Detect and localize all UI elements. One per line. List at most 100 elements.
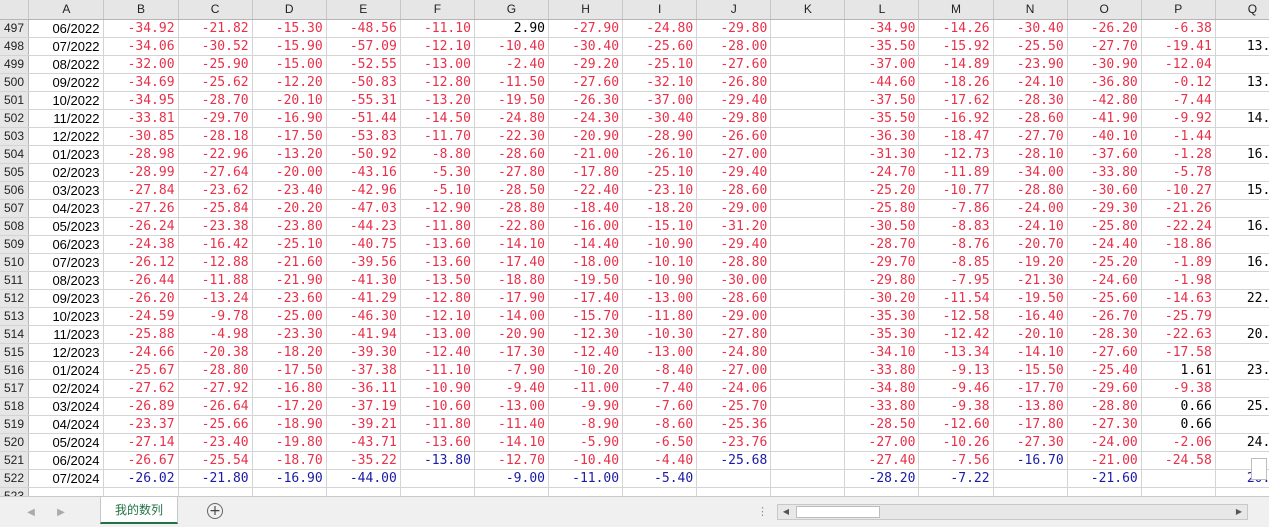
- cell-j[interactable]: -26.80: [696, 73, 772, 92]
- cell-b[interactable]: -34.92: [103, 19, 179, 38]
- cell-j[interactable]: -29.80: [696, 109, 772, 128]
- cell-q[interactable]: [1215, 163, 1269, 182]
- cell-n[interactable]: -27.70: [993, 127, 1068, 146]
- cell-i[interactable]: -13.00: [622, 343, 698, 362]
- cell-q[interactable]: [1215, 91, 1269, 110]
- cell-e[interactable]: -44.23: [326, 217, 401, 236]
- column-header-i[interactable]: I: [622, 0, 698, 20]
- cell-p[interactable]: -7.44: [1141, 91, 1216, 110]
- column-header-e[interactable]: E: [326, 0, 401, 20]
- cell-b[interactable]: -25.67: [103, 361, 179, 380]
- cell-d[interactable]: -21.90: [252, 271, 327, 290]
- cell-p[interactable]: -25.79: [1141, 307, 1216, 326]
- cell-p[interactable]: [1141, 469, 1216, 488]
- cell-g[interactable]: -17.40: [474, 253, 550, 272]
- cell-h[interactable]: -30.40: [548, 37, 624, 56]
- cell-date[interactable]: 11/2023: [28, 325, 105, 344]
- cell-g[interactable]: -28.50: [474, 181, 550, 200]
- cell-c[interactable]: -29.70: [178, 109, 253, 128]
- cell-l[interactable]: -25.80: [844, 199, 920, 218]
- cell-k[interactable]: [770, 145, 846, 164]
- cell-q[interactable]: 20.61: [1215, 325, 1269, 344]
- cell-i[interactable]: -24.80: [622, 19, 698, 38]
- cell-l[interactable]: -35.50: [844, 37, 920, 56]
- cell-e[interactable]: -50.92: [326, 145, 401, 164]
- cell-k[interactable]: [770, 451, 846, 470]
- cell-o[interactable]: -28.80: [1067, 397, 1142, 416]
- cell-l[interactable]: -37.00: [844, 55, 920, 74]
- cell-g[interactable]: -2.40: [474, 55, 550, 74]
- cell-j[interactable]: -28.60: [696, 289, 772, 308]
- row-header[interactable]: 511: [0, 271, 30, 290]
- cell-l[interactable]: -34.10: [844, 343, 920, 362]
- cell-j[interactable]: -24.80: [696, 343, 772, 362]
- cell-e[interactable]: -40.75: [326, 235, 401, 254]
- cell-h[interactable]: -24.30: [548, 109, 624, 128]
- cell-m[interactable]: -18.47: [918, 127, 994, 146]
- cell-g[interactable]: -28.60: [474, 145, 550, 164]
- cell-p[interactable]: 0.66: [1141, 397, 1216, 416]
- horizontal-scrollbar[interactable]: ◀ ▶: [777, 504, 1248, 520]
- cell-q[interactable]: 22.30: [1215, 289, 1269, 308]
- cell-i[interactable]: -10.90: [622, 235, 698, 254]
- cell-i[interactable]: -18.20: [622, 199, 698, 218]
- column-header-m[interactable]: M: [918, 0, 994, 20]
- cell-j[interactable]: -27.60: [696, 55, 772, 74]
- cell-h[interactable]: -12.30: [548, 325, 624, 344]
- cell-d[interactable]: -20.20: [252, 199, 327, 218]
- cell-g[interactable]: -9.40: [474, 379, 550, 398]
- cell-date[interactable]: 06/2023: [28, 235, 105, 254]
- cell-j[interactable]: -31.20: [696, 217, 772, 236]
- column-header-a[interactable]: A: [28, 0, 105, 20]
- cell-m[interactable]: -7.22: [918, 469, 994, 488]
- cell-date[interactable]: 10/2022: [28, 91, 105, 110]
- cell-d[interactable]: -12.20: [252, 73, 327, 92]
- cell-p[interactable]: -5.78: [1141, 163, 1216, 182]
- cell-f[interactable]: -12.10: [400, 37, 475, 56]
- cell-n[interactable]: -24.10: [993, 73, 1068, 92]
- cell-h[interactable]: -12.40: [548, 343, 624, 362]
- cell-c[interactable]: -26.64: [178, 397, 253, 416]
- row-header[interactable]: 522: [0, 469, 30, 488]
- cell-g[interactable]: -17.90: [474, 289, 550, 308]
- cell-k[interactable]: [770, 37, 846, 56]
- cell-f[interactable]: -5.10: [400, 181, 475, 200]
- cell-n[interactable]: -24.00: [993, 199, 1068, 218]
- cell-g[interactable]: -7.90: [474, 361, 550, 380]
- cell-f[interactable]: -13.60: [400, 235, 475, 254]
- row-header[interactable]: 518: [0, 397, 30, 416]
- cell-o[interactable]: -21.60: [1067, 469, 1142, 488]
- cell-p[interactable]: -9.38: [1141, 379, 1216, 398]
- cell-c[interactable]: -25.62: [178, 73, 253, 92]
- cell-e[interactable]: -52.55: [326, 55, 401, 74]
- cell-c[interactable]: -9.78: [178, 307, 253, 326]
- cell-c[interactable]: -23.40: [178, 433, 253, 452]
- cell-c[interactable]: -28.18: [178, 127, 253, 146]
- cell-m[interactable]: -13.34: [918, 343, 994, 362]
- cell-f[interactable]: -13.60: [400, 433, 475, 452]
- cell-e[interactable]: -41.30: [326, 271, 401, 290]
- cell-f[interactable]: -12.90: [400, 199, 475, 218]
- column-header-o[interactable]: O: [1067, 0, 1142, 20]
- cell-o[interactable]: -30.60: [1067, 181, 1142, 200]
- cell-j[interactable]: -29.40: [696, 163, 772, 182]
- cell-f[interactable]: -5.30: [400, 163, 475, 182]
- cell-b[interactable]: -34.06: [103, 37, 179, 56]
- cell-e[interactable]: -37.19: [326, 397, 401, 416]
- cell-b[interactable]: -26.24: [103, 217, 179, 236]
- cell-date[interactable]: 02/2023: [28, 163, 105, 182]
- cell-n[interactable]: -28.60: [993, 109, 1068, 128]
- cell-g[interactable]: -14.10: [474, 235, 550, 254]
- cell-g[interactable]: -9.00: [474, 469, 550, 488]
- cell-g[interactable]: -19.50: [474, 91, 550, 110]
- cell-k[interactable]: [770, 325, 846, 344]
- cell-g[interactable]: -11.40: [474, 415, 550, 434]
- cell-o[interactable]: -25.60: [1067, 289, 1142, 308]
- cell-date[interactable]: 04/2023: [28, 199, 105, 218]
- column-header-f[interactable]: F: [400, 0, 475, 20]
- cell-q[interactable]: 15.50: [1215, 181, 1269, 200]
- cell-i[interactable]: -23.10: [622, 181, 698, 200]
- cell-n[interactable]: -16.40: [993, 307, 1068, 326]
- cell-b[interactable]: -34.69: [103, 73, 179, 92]
- cell-b[interactable]: -30.85: [103, 127, 179, 146]
